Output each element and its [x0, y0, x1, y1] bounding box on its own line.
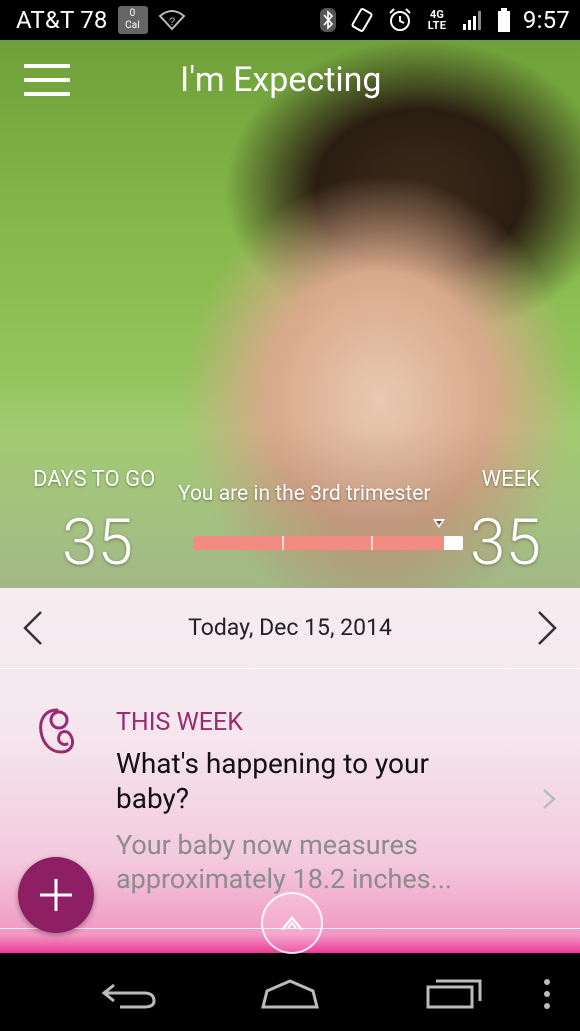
card-kicker: THIS WEEK: [116, 708, 243, 737]
hamburger-menu-icon[interactable]: [24, 64, 70, 96]
chevron-up-icon: [281, 916, 303, 931]
recents-icon[interactable]: [424, 975, 484, 1011]
days-to-go-value: 35: [62, 505, 133, 580]
carrier-label: AT&T 78: [16, 6, 108, 34]
card-title: What's happening to your baby?: [116, 747, 429, 815]
system-navigation-bar: [0, 953, 580, 1031]
trimester-text: You are in the 3rd trimester: [178, 482, 431, 506]
svg-text:?: ?: [169, 16, 175, 28]
add-button[interactable]: [18, 857, 94, 933]
plus-icon: [40, 879, 72, 911]
progress-fill: [193, 536, 445, 550]
current-date: Today, Dec 15, 2014: [188, 614, 392, 641]
clock: 9:57: [522, 6, 570, 34]
week-value: 35: [470, 505, 541, 580]
vibrate-icon: [351, 8, 373, 32]
back-icon[interactable]: [100, 977, 158, 1011]
calendar-notification-icon: 0 Cal: [117, 6, 148, 34]
status-bar: AT&T 78 0 Cal ? 4G LTE 9:57: [0, 0, 580, 40]
chevron-right-icon[interactable]: [532, 610, 562, 646]
battery-icon: [497, 8, 510, 32]
date-navigation: Today, Dec 15, 2014: [0, 588, 580, 669]
week-label: WEEK: [481, 467, 540, 492]
card-body: Your baby now measures approximately 18.…: [116, 829, 452, 895]
app-title: I'm Expecting: [180, 60, 382, 100]
alarm-icon: [389, 8, 411, 31]
signal-icon: [462, 11, 481, 30]
wifi-icon: ?: [158, 10, 186, 31]
pregnancy-progress-bar: [193, 536, 463, 550]
bluetooth-icon: [319, 8, 336, 32]
fetus-icon: [39, 708, 75, 754]
days-to-go-label: DAYS TO GO: [33, 467, 156, 492]
overflow-menu-icon[interactable]: [540, 977, 554, 1011]
app-bar: I'm Expecting: [0, 40, 580, 120]
progress-marker-icon: [433, 519, 445, 528]
network-type-label: 4G LTE: [427, 8, 447, 32]
scroll-up-button[interactable]: [261, 892, 323, 954]
chevron-right-icon: [543, 789, 556, 809]
home-icon[interactable]: [259, 977, 321, 1011]
